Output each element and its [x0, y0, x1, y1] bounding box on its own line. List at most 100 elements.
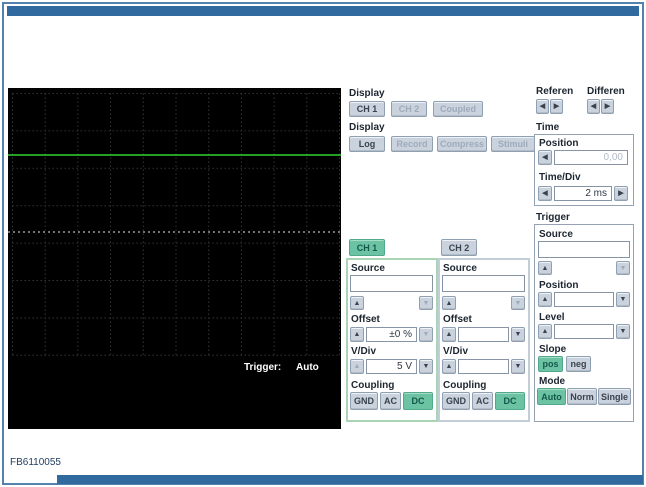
triangle-down-icon: ▼: [514, 363, 522, 370]
ch2-offset-field[interactable]: [458, 327, 509, 342]
oscilloscope-display: Trigger: Auto: [8, 88, 341, 429]
trigger-status-value: Auto: [296, 362, 319, 373]
mode-single-button[interactable]: Single: [598, 388, 631, 405]
trigger-position-down-button[interactable]: ▼: [616, 292, 630, 307]
trigger-level-field[interactable]: [554, 324, 614, 339]
slope-neg-button[interactable]: neg: [566, 356, 591, 372]
trigger-level-label: Level: [539, 312, 565, 323]
triangle-down-icon: ▼: [422, 299, 430, 307]
oscilloscope-app: Trigger: Auto Display CH 1 CH 2 Coupled …: [0, 0, 646, 487]
triangle-up-icon: ▲: [445, 363, 453, 370]
difference-next-button[interactable]: ▶: [601, 99, 614, 114]
ch2-coupling-ac-button[interactable]: AC: [472, 392, 493, 410]
trigger-slope-label: Slope: [539, 344, 567, 355]
display-coupled-button[interactable]: Coupled: [433, 101, 483, 117]
trigger-title: Trigger: [536, 212, 570, 223]
ch1-coupling-label: Coupling: [351, 380, 395, 391]
time-position-label: Position: [539, 138, 579, 149]
triangle-right-icon: ▶: [618, 190, 624, 197]
ch1-source-label: Source: [351, 263, 385, 274]
ch1-vdiv-field[interactable]: 5 V: [366, 359, 417, 374]
timediv-label: Time/Div: [539, 172, 581, 183]
ch1-offset-label: Offset: [351, 314, 380, 325]
display-mode-title: Display: [349, 122, 385, 133]
trigger-position-field[interactable]: [554, 292, 614, 307]
ch2-source-dropdown-button[interactable]: ▼: [511, 296, 525, 310]
triangle-up-icon: ▲: [353, 299, 361, 307]
ch2-offset-up-button[interactable]: ▲: [442, 327, 456, 342]
triangle-up-icon: ▲: [541, 264, 549, 272]
ch2-vdiv-up-button[interactable]: ▲: [442, 359, 456, 374]
triangle-left-icon: ◀: [542, 190, 548, 197]
triangle-down-icon: ▼: [422, 363, 430, 370]
ch1-offset-field[interactable]: ±0 %: [366, 327, 417, 342]
time-position-field: 0,00: [554, 150, 628, 165]
triangle-up-icon: ▲: [353, 363, 361, 370]
trigger-source-label: Source: [539, 229, 573, 240]
slope-pos-button[interactable]: pos: [538, 356, 563, 372]
top-accent-bar: [7, 6, 639, 16]
display-stimuli-button[interactable]: Stimuli: [491, 136, 535, 152]
triangle-up-icon: ▲: [541, 328, 549, 335]
triangle-down-icon: ▼: [619, 328, 627, 335]
ch1-coupling-dc-button[interactable]: DC: [403, 392, 433, 410]
ch2-source-up-button[interactable]: ▲: [442, 296, 456, 310]
trigger-level-down-button[interactable]: ▼: [616, 324, 630, 339]
display-ch1-button[interactable]: CH 1: [349, 101, 385, 117]
triangle-left-icon: ◀: [542, 154, 548, 161]
ch2-source-field[interactable]: [442, 275, 525, 292]
triangle-up-icon: ▲: [445, 299, 453, 307]
ch1-coupling-gnd-button[interactable]: GND: [350, 392, 378, 410]
trigger-mode-label: Mode: [539, 376, 566, 387]
display-channel-title: Display: [349, 88, 385, 99]
display-log-button[interactable]: Log: [349, 136, 385, 152]
bottom-accent-bar: [57, 475, 643, 484]
display-compress-button[interactable]: Compress: [437, 136, 487, 152]
triangle-right-icon: ▶: [553, 103, 560, 110]
reference-title: Referen: [536, 86, 574, 97]
triangle-down-icon: ▼: [514, 331, 522, 338]
reference-prev-button[interactable]: ◀: [536, 99, 549, 114]
ch2-offset-label: Offset: [443, 314, 472, 325]
mode-auto-button[interactable]: Auto: [537, 388, 566, 405]
mode-norm-button[interactable]: Norm: [567, 388, 597, 405]
triangle-up-icon: ▲: [353, 331, 361, 338]
ch1-source-field[interactable]: [350, 275, 433, 292]
ch1-vdiv-label: V/Div: [351, 346, 377, 357]
ch1-source-dropdown-button[interactable]: ▼: [419, 296, 433, 310]
timediv-field[interactable]: 2 ms: [554, 186, 612, 201]
timediv-increase-button[interactable]: ▶: [614, 186, 628, 201]
ch1-source-up-button[interactable]: ▲: [350, 296, 364, 310]
trigger-source-field[interactable]: [538, 241, 630, 258]
triangle-down-icon: ▼: [514, 299, 522, 307]
triangle-up-icon: ▲: [541, 296, 549, 303]
ch2-vdiv-down-button[interactable]: ▼: [511, 359, 525, 374]
trigger-level-up-button[interactable]: ▲: [538, 324, 552, 339]
trigger-position-up-button[interactable]: ▲: [538, 292, 552, 307]
trigger-source-up-button[interactable]: ▲: [538, 261, 552, 275]
ch1-offset-down-button[interactable]: ▼: [419, 327, 433, 342]
ch1-offset-up-button[interactable]: ▲: [350, 327, 364, 342]
scope-grid: [12, 93, 340, 356]
triangle-down-icon: ▼: [619, 296, 627, 303]
triangle-down-icon: ▼: [619, 264, 627, 272]
time-position-decrease-button[interactable]: ◀: [538, 150, 552, 165]
ch2-offset-down-button[interactable]: ▼: [511, 327, 525, 342]
ch1-vdiv-down-button[interactable]: ▼: [419, 359, 433, 374]
ch2-vdiv-field[interactable]: [458, 359, 509, 374]
reference-next-button[interactable]: ▶: [550, 99, 563, 114]
trigger-source-dropdown-button[interactable]: ▼: [616, 261, 630, 275]
ch2-coupling-gnd-button[interactable]: GND: [442, 392, 470, 410]
ch2-coupling-dc-button[interactable]: DC: [495, 392, 525, 410]
timediv-decrease-button[interactable]: ◀: [538, 186, 552, 201]
display-record-button[interactable]: Record: [391, 136, 433, 152]
figure-code-label: FB6110055: [10, 457, 61, 468]
difference-prev-button[interactable]: ◀: [587, 99, 600, 114]
triangle-up-icon: ▲: [445, 331, 453, 338]
ch1-tab[interactable]: CH 1: [349, 239, 385, 256]
ch1-vdiv-up-button[interactable]: ▲: [350, 359, 364, 374]
display-ch2-button[interactable]: CH 2: [391, 101, 427, 117]
ch2-vdiv-label: V/Div: [443, 346, 469, 357]
ch1-coupling-ac-button[interactable]: AC: [380, 392, 401, 410]
ch2-tab[interactable]: CH 2: [441, 239, 477, 256]
